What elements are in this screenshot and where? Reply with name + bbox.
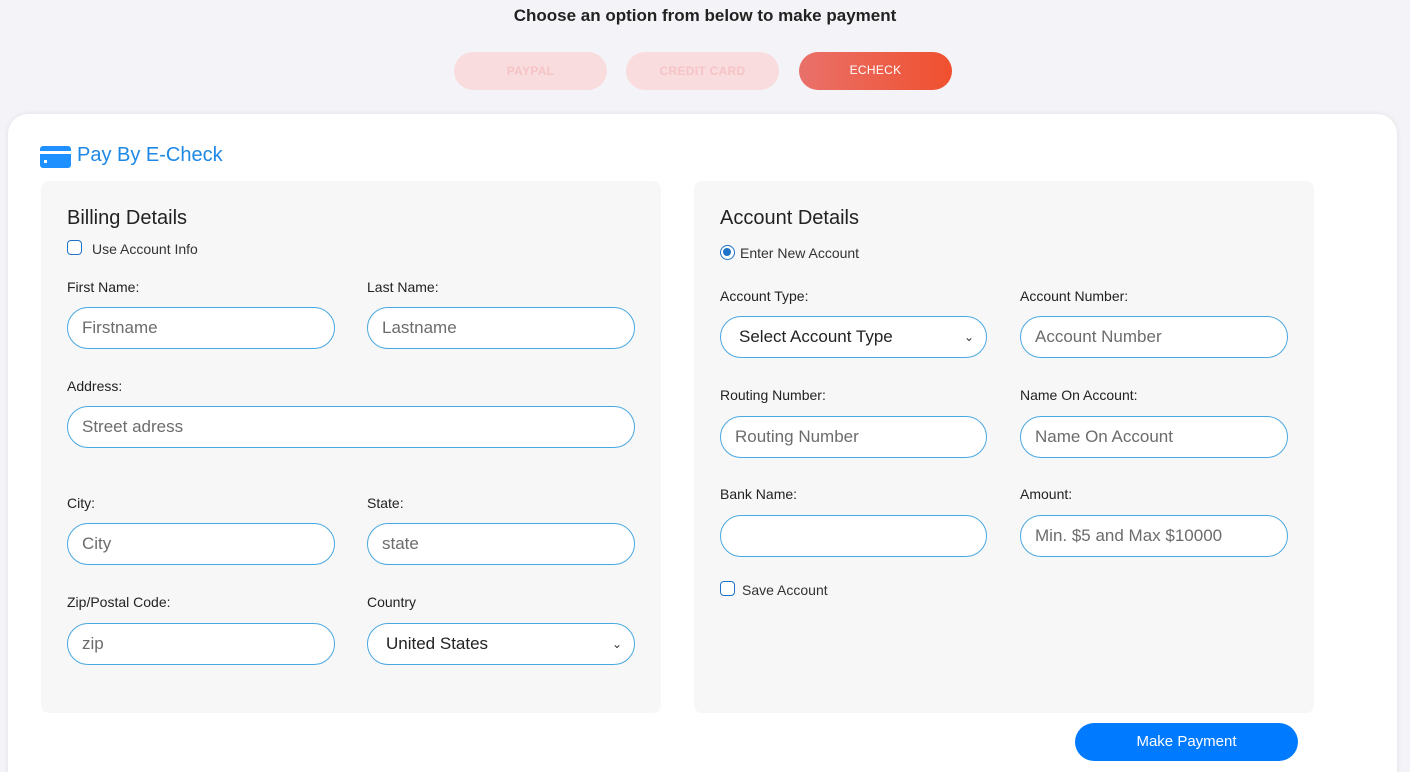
amount-input[interactable]: [1020, 515, 1288, 557]
chevron-down-icon: ⌄: [611, 637, 622, 651]
first-name-input[interactable]: [67, 307, 335, 349]
use-account-info-label: Use Account Info: [92, 241, 198, 257]
save-account-label: Save Account: [742, 582, 828, 598]
account-type-label: Account Type:: [720, 288, 809, 304]
chevron-down-icon: ⌄: [963, 330, 974, 344]
account-type-select[interactable]: Select Account Type ⌄: [720, 316, 987, 358]
country-select[interactable]: United States ⌄: [367, 623, 635, 665]
last-name-input[interactable]: [367, 307, 635, 349]
make-payment-button[interactable]: Make Payment: [1075, 723, 1298, 761]
account-title: Account Details: [720, 207, 859, 229]
routing-number-input[interactable]: [720, 416, 987, 458]
city-input[interactable]: [67, 523, 335, 565]
account-number-label: Account Number:: [1020, 288, 1129, 304]
account-number-input[interactable]: [1020, 316, 1288, 358]
zip-label: Zip/Postal Code:: [67, 594, 171, 610]
tab-credit-card[interactable]: CREDIT CARD: [626, 52, 779, 90]
address-label: Address:: [67, 378, 123, 394]
account-type-select-value: Select Account Type: [739, 327, 893, 346]
amount-label: Amount:: [1020, 486, 1073, 502]
country-select-value: United States: [386, 634, 489, 653]
state-input[interactable]: [367, 523, 635, 565]
use-account-info-checkbox[interactable]: [67, 240, 82, 255]
save-account-checkbox[interactable]: [720, 581, 735, 596]
zip-input[interactable]: [67, 623, 335, 665]
credit-card-icon: [40, 146, 71, 168]
city-label: City:: [67, 495, 95, 511]
state-label: State:: [367, 495, 404, 511]
first-name-label: First Name:: [67, 279, 140, 295]
tab-echeck[interactable]: ECHECK: [799, 52, 952, 90]
card-header: Pay By E-Check: [40, 143, 223, 168]
country-label: Country: [367, 594, 417, 610]
name-on-account-label: Name On Account:: [1020, 387, 1138, 403]
routing-number-label: Routing Number:: [720, 387, 826, 403]
bank-name-label: Bank Name:: [720, 486, 798, 502]
address-input[interactable]: [67, 406, 635, 448]
enter-new-account-label: Enter New Account: [740, 245, 860, 261]
card-title: Pay By E-Check: [77, 144, 223, 166]
billing-title: Billing Details: [67, 207, 188, 229]
bank-name-input[interactable]: [720, 515, 987, 557]
enter-new-account-radio[interactable]: [720, 245, 735, 260]
page-heading: Choose an option from below to make paym…: [513, 6, 897, 25]
tab-paypal[interactable]: PAYPAL: [454, 52, 607, 90]
name-on-account-input[interactable]: [1020, 416, 1288, 458]
last-name-label: Last Name:: [367, 279, 439, 295]
